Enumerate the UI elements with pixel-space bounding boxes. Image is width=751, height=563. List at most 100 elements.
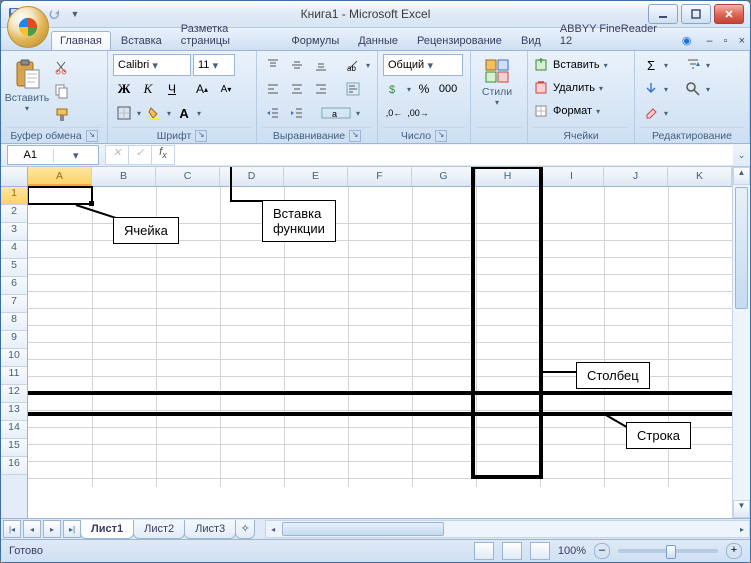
sheet-tab-2[interactable]: Лист2 (133, 520, 185, 539)
tab-view[interactable]: Вид (512, 31, 550, 50)
cut-icon[interactable] (51, 56, 73, 78)
paste-button[interactable]: Вставить ▾ (6, 54, 48, 125)
autosum-icon[interactable]: Σ (640, 54, 662, 76)
sort-filter-icon[interactable] (682, 54, 704, 76)
row-header-4[interactable]: 4 (1, 241, 27, 259)
row-header-13[interactable]: 13 (1, 403, 27, 421)
col-header-B[interactable]: B (92, 167, 156, 186)
cells-format-button[interactable]: Формат▾ (533, 100, 600, 122)
sheet-tab-3[interactable]: Лист3 (184, 520, 236, 539)
row-header-3[interactable]: 3 (1, 223, 27, 241)
sheet-nav-prev-icon[interactable]: ◂ (23, 520, 41, 538)
align-right-icon[interactable] (310, 78, 332, 100)
row-header-9[interactable]: 9 (1, 331, 27, 349)
row-header-8[interactable]: 8 (1, 313, 27, 331)
align-top-icon[interactable] (262, 54, 284, 76)
view-page-layout-icon[interactable] (502, 542, 522, 560)
horizontal-scrollbar[interactable]: ◂▸ (265, 520, 750, 538)
row-header-11[interactable]: 11 (1, 367, 27, 385)
tab-insert[interactable]: Вставка (112, 31, 171, 50)
row-header-14[interactable]: 14 (1, 421, 27, 439)
currency-icon[interactable]: $ (383, 78, 405, 100)
cancel-formula-icon[interactable]: ✕ (106, 146, 129, 164)
formula-input[interactable] (175, 145, 733, 165)
borders-icon[interactable] (113, 102, 135, 124)
wrap-text-icon[interactable] (342, 78, 364, 100)
zoom-level[interactable]: 100% (558, 545, 586, 557)
fill-icon[interactable] (640, 78, 662, 100)
help-button[interactable]: ◉ (673, 30, 701, 50)
sheet-nav-next-icon[interactable]: ▸ (43, 520, 61, 538)
row-header-10[interactable]: 10 (1, 349, 27, 367)
row-header-2[interactable]: 2 (1, 205, 27, 223)
increase-decimal-icon[interactable]: ,0← (383, 102, 405, 124)
office-button[interactable] (7, 6, 49, 48)
sheet-tab-new[interactable]: ✧ (235, 520, 255, 539)
align-middle-icon[interactable] (286, 54, 308, 76)
underline-icon[interactable]: Ч (161, 78, 183, 100)
tab-data[interactable]: Данные (349, 31, 407, 50)
close-button[interactable] (714, 4, 744, 24)
col-header-C[interactable]: C (156, 167, 220, 186)
mdi-minimize[interactable]: – (702, 31, 718, 50)
expand-formula-icon[interactable]: ⌄ (733, 150, 750, 161)
mdi-restore[interactable]: ▫ (719, 31, 733, 50)
enter-formula-icon[interactable]: ✓ (129, 146, 152, 164)
row-header-5[interactable]: 5 (1, 259, 27, 277)
qat-customize-icon[interactable]: ▼ (67, 6, 83, 22)
number-dialog-icon[interactable]: ↘ (435, 130, 447, 142)
cells-delete-button[interactable]: Удалить▾ (533, 77, 603, 99)
font-name-combo[interactable]: Calibri▾ (113, 54, 191, 76)
col-header-J[interactable]: J (604, 167, 668, 186)
row-header-16[interactable]: 16 (1, 457, 27, 475)
zoom-slider[interactable] (618, 549, 718, 553)
font-dialog-icon[interactable]: ↘ (195, 130, 207, 142)
qat-redo-icon[interactable] (47, 6, 63, 22)
row-header-7[interactable]: 7 (1, 295, 27, 313)
increase-indent-icon[interactable] (286, 102, 308, 124)
decrease-decimal-icon[interactable]: ,00→ (407, 102, 429, 124)
tab-page-layout[interactable]: Разметка страницы (172, 19, 282, 50)
align-left-icon[interactable] (262, 78, 284, 100)
row-header-12[interactable]: 12 (1, 385, 27, 403)
select-all-corner[interactable] (1, 167, 27, 187)
copy-icon[interactable] (51, 80, 73, 102)
align-center-icon[interactable] (286, 78, 308, 100)
font-size-combo[interactable]: 11▾ (193, 54, 235, 76)
tab-formulas[interactable]: Формулы (282, 31, 348, 50)
mdi-close[interactable]: × (734, 31, 750, 50)
find-icon[interactable] (682, 78, 704, 100)
format-painter-icon[interactable] (51, 104, 73, 126)
percent-icon[interactable]: % (413, 78, 435, 100)
row-header-6[interactable]: 6 (1, 277, 27, 295)
shrink-font-icon[interactable]: A▾ (215, 78, 237, 100)
sheet-nav-last-icon[interactable]: ▸| (63, 520, 81, 538)
alignment-dialog-icon[interactable]: ↘ (349, 130, 361, 142)
tab-abbyy[interactable]: ABBYY FineReader 12 (551, 19, 672, 50)
italic-icon[interactable]: К (137, 78, 159, 100)
col-header-A[interactable]: A (28, 167, 92, 186)
vertical-scrollbar[interactable]: ▲ ▼ (732, 167, 750, 518)
align-bottom-icon[interactable] (310, 54, 332, 76)
cells-insert-button[interactable]: Вставить▾ (533, 54, 608, 76)
decrease-indent-icon[interactable] (262, 102, 284, 124)
insert-function-icon[interactable]: fx (152, 146, 175, 164)
comma-icon[interactable]: 000 (437, 78, 459, 100)
col-header-F[interactable]: F (348, 167, 412, 186)
clear-icon[interactable] (640, 102, 662, 124)
zoom-out-icon[interactable]: – (594, 543, 610, 559)
fill-color-icon[interactable] (143, 102, 165, 124)
zoom-in-icon[interactable]: + (726, 543, 742, 559)
number-format-combo[interactable]: Общий▾ (383, 54, 463, 76)
view-page-break-icon[interactable] (530, 542, 550, 560)
sheet-tab-1[interactable]: Лист1 (80, 520, 134, 539)
maximize-button[interactable] (681, 4, 711, 24)
name-box[interactable]: A1▾ (7, 145, 99, 165)
col-header-E[interactable]: E (284, 167, 348, 186)
merge-icon[interactable]: a (318, 102, 354, 124)
grow-font-icon[interactable]: A▴ (191, 78, 213, 100)
sheet-nav-first-icon[interactable]: |◂ (3, 520, 21, 538)
col-header-I[interactable]: I (540, 167, 604, 186)
clipboard-dialog-icon[interactable]: ↘ (86, 130, 98, 142)
font-color-icon[interactable]: A (173, 102, 195, 124)
